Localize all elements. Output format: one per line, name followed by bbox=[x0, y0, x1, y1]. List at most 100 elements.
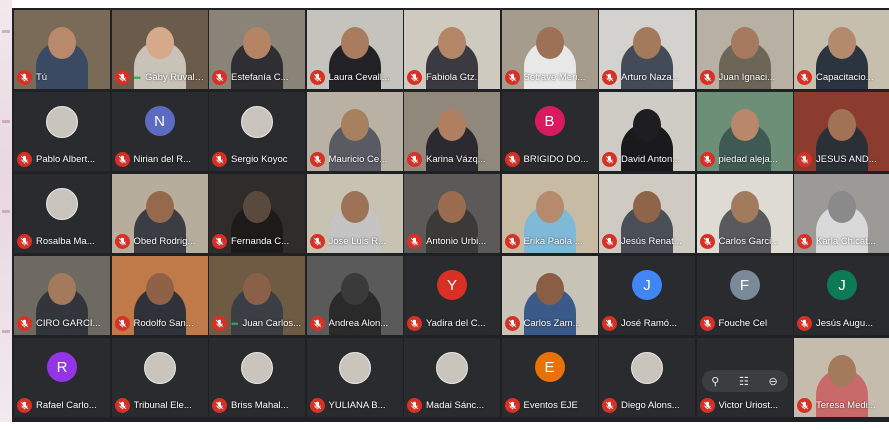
remove-icon[interactable]: ⊖ bbox=[768, 375, 777, 388]
participant-tile[interactable]: Mauricio Ce... bbox=[306, 92, 403, 171]
mic-off-icon bbox=[309, 234, 325, 249]
mic-off-icon bbox=[699, 316, 715, 331]
participant-tile[interactable]: Madai Sánc... bbox=[404, 338, 500, 417]
participant-name: Juan Ignaci... bbox=[718, 72, 776, 83]
initial-avatar: R bbox=[47, 352, 77, 382]
bottom-background-strip bbox=[0, 422, 889, 430]
participant-head bbox=[145, 273, 174, 305]
participant-tile[interactable]: Karina Vázq... bbox=[404, 92, 500, 171]
participant-name: Carlos Garci... bbox=[718, 236, 780, 247]
participant-tile[interactable]: Estefanía C... bbox=[209, 10, 305, 89]
participant-tile[interactable]: Pablo Albert... bbox=[14, 92, 110, 171]
participant-name: Fernanda C... bbox=[231, 236, 290, 247]
participant-tile[interactable]: Rodolfo San... bbox=[111, 256, 208, 335]
participant-tile[interactable]: piedad aleja... bbox=[696, 92, 793, 171]
participant-nametag: Mauricio Ce... bbox=[309, 151, 400, 168]
participant-tile[interactable]: R Rafael Carlo... bbox=[14, 338, 110, 417]
participant-tile[interactable]: Antonio Urbi... bbox=[404, 174, 500, 253]
participant-tile[interactable]: CIRO GARCI... bbox=[14, 256, 110, 335]
participant-nametag: Andrea Alon... bbox=[309, 315, 400, 332]
participant-tile[interactable]: Fabiola Gtz. bbox=[404, 10, 500, 89]
participant-tile[interactable]: Carlos Zam... bbox=[501, 256, 598, 335]
mic-off-icon bbox=[114, 398, 130, 413]
participant-tile[interactable]: Briss Mahal... bbox=[209, 338, 305, 417]
participant-nametag: Estefanía C... bbox=[212, 69, 302, 86]
participant-tile[interactable]: YULIANA B... bbox=[306, 338, 403, 417]
participant-tile[interactable]: Carlos Garci... bbox=[696, 174, 793, 253]
participant-nametag: Karina Vázq... bbox=[407, 151, 497, 168]
participant-nametag: Fouche Cel bbox=[699, 315, 790, 332]
participant-name: Victor Uriost... bbox=[718, 400, 778, 411]
participant-head bbox=[828, 27, 856, 59]
participant-tile[interactable]: Tú bbox=[14, 10, 110, 89]
participant-nametag: Karla Chicat... bbox=[797, 233, 887, 250]
pin-icon[interactable]: ⚲ bbox=[711, 375, 719, 388]
participant-tile[interactable]: Teresa Medi... bbox=[794, 338, 889, 417]
initial-avatar: E bbox=[534, 352, 565, 382]
profile-photo-avatar bbox=[436, 352, 468, 384]
participant-tile[interactable]: ••• Juan Carlos... bbox=[209, 256, 305, 335]
participant-head bbox=[828, 191, 856, 223]
participant-name: Estefanía C... bbox=[231, 72, 289, 83]
participant-name: José Ramó... bbox=[621, 318, 677, 329]
initial-avatar: N bbox=[144, 106, 175, 136]
mic-off-icon bbox=[602, 234, 617, 249]
participant-tile[interactable]: E Eventos EJE bbox=[501, 338, 598, 417]
participant-head bbox=[535, 27, 564, 59]
participant-tile[interactable]: Fernanda C... bbox=[209, 174, 305, 253]
participant-name: Nirian del R... bbox=[133, 154, 192, 165]
initial-avatar: B bbox=[534, 106, 565, 136]
participant-tile[interactable]: Tribunal Ele... bbox=[111, 338, 208, 417]
participant-nametag: Rafael Carlo... bbox=[17, 397, 107, 414]
participant-tile[interactable]: Erika Paola ... bbox=[501, 174, 598, 253]
participant-tile[interactable]: José Luis R... bbox=[306, 174, 403, 253]
participant-tile[interactable]: David Anton... bbox=[599, 92, 695, 171]
participant-tile[interactable]: Arturo Naza... bbox=[599, 10, 695, 89]
participant-tile[interactable]: JESUS AND... bbox=[794, 92, 889, 171]
participant-tile[interactable]: ⚲ ☷ ⊖ Victor Uriost... bbox=[696, 338, 793, 417]
mic-off-icon bbox=[504, 398, 520, 413]
mic-off-icon bbox=[797, 70, 812, 85]
participant-tile[interactable]: Obed Rodrig... bbox=[111, 174, 208, 253]
participant-name: Tú bbox=[36, 72, 48, 83]
participant-tile[interactable]: Karla Chicat... bbox=[794, 174, 889, 253]
participant-head bbox=[730, 109, 759, 141]
participant-tile[interactable]: Diego Alons... bbox=[599, 338, 695, 417]
initial-avatar: F bbox=[729, 270, 760, 300]
participant-name: YULIANA B... bbox=[328, 400, 386, 411]
mic-off-icon bbox=[797, 152, 812, 167]
participant-tile[interactable]: Setrave Meri... bbox=[501, 10, 598, 89]
participant-name: Mauricio Ce... bbox=[328, 154, 388, 165]
mic-off-icon bbox=[602, 70, 617, 85]
participant-tile[interactable]: Sergio Koyoc bbox=[209, 92, 305, 171]
participant-tile[interactable]: ••• Gaby Ruvalc... bbox=[111, 10, 208, 89]
participant-head bbox=[48, 27, 76, 59]
participant-tile[interactable]: J José Ramó... bbox=[599, 256, 695, 335]
participant-tile[interactable]: Capacitacio... bbox=[794, 10, 889, 89]
participant-tile[interactable]: J Jesús Augu... bbox=[794, 256, 889, 335]
participant-tile[interactable]: Andrea Alon... bbox=[306, 256, 403, 335]
participant-head bbox=[145, 191, 174, 223]
participant-tile[interactable]: Rosalba Ma... bbox=[14, 174, 110, 253]
profile-photo-avatar bbox=[241, 106, 273, 138]
profile-photo-avatar bbox=[241, 352, 273, 384]
participant-nametag: Eventos EJE bbox=[504, 397, 595, 414]
participant-head bbox=[438, 191, 466, 223]
mic-off-icon bbox=[407, 70, 422, 85]
left-background-strip bbox=[0, 0, 12, 430]
participant-name: Madai Sánc... bbox=[426, 400, 485, 411]
participant-name: Jesús Augu... bbox=[816, 318, 874, 329]
profile-photo-avatar bbox=[631, 352, 663, 384]
participant-tile[interactable]: Juan Ignaci... bbox=[696, 10, 793, 89]
profile-photo-avatar bbox=[46, 188, 78, 220]
mic-off-icon bbox=[309, 316, 325, 331]
participant-tile[interactable]: Y Yadira del C... bbox=[404, 256, 500, 335]
participant-tile[interactable]: N Nirian del R... bbox=[111, 92, 208, 171]
participant-nametag: Fabiola Gtz. bbox=[407, 69, 497, 86]
participants-icon[interactable]: ☷ bbox=[739, 375, 749, 388]
participant-tile[interactable]: F Fouche Cel bbox=[696, 256, 793, 335]
participant-tile[interactable]: Jesús Renat... bbox=[599, 174, 695, 253]
participant-tile[interactable]: Laura Cevall... bbox=[306, 10, 403, 89]
participant-name: Rafael Carlo... bbox=[36, 400, 97, 411]
participant-tile[interactable]: B BRIGIDO DO... bbox=[501, 92, 598, 171]
